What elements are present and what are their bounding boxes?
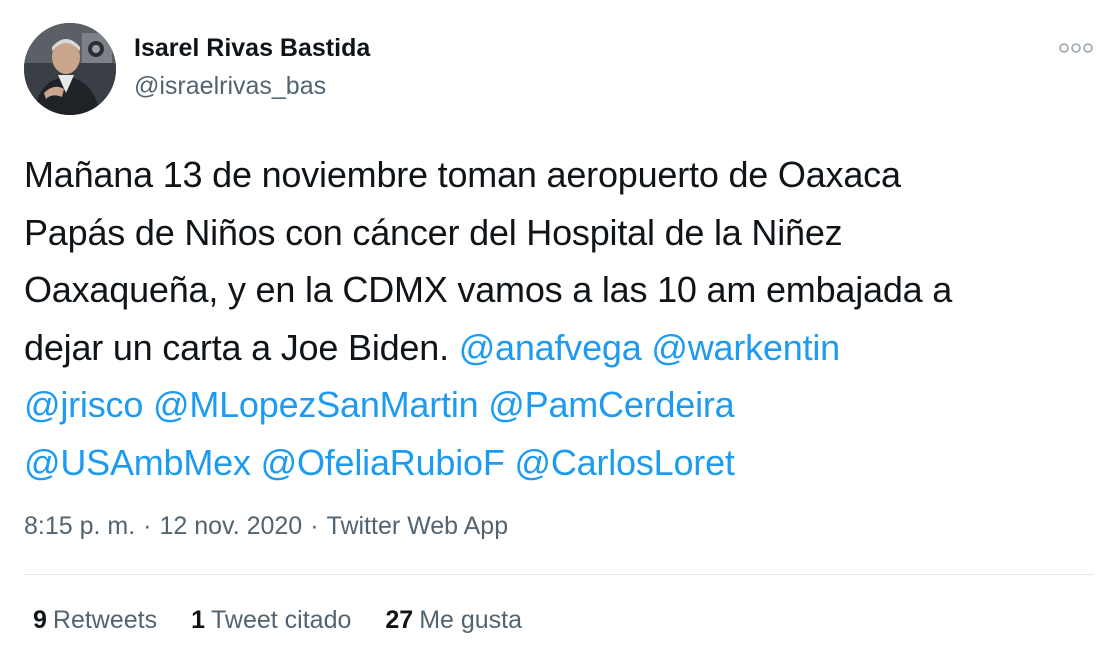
tweet-line: @jrisco @MLopezSanMartin @PamCerdeira — [24, 376, 1104, 434]
mention-link[interactable]: @USAmbMex — [24, 442, 251, 483]
tweet-source[interactable]: Twitter Web App — [327, 512, 509, 540]
tweet-line: @USAmbMex @OfeliaRubioF @CarlosLoret — [24, 434, 1104, 492]
tweet-stats: 9 Retweets 1 Tweet citado 27 Me gusta — [33, 606, 556, 635]
tweet-line-text: dejar un carta a Joe Biden. — [24, 326, 459, 368]
mention-link[interactable]: @CarlosLoret — [514, 442, 734, 483]
retweets-label: Retweets — [52, 606, 158, 634]
mention-link[interactable]: @MLopezSanMartin — [153, 384, 479, 425]
tweet-line: Papás de Niños con cáncer del Hospital d… — [24, 211, 843, 253]
mention-link[interactable]: @OfeliaRubioF — [261, 442, 505, 483]
display-name[interactable]: Isarel Rivas Bastida — [134, 34, 370, 63]
likes-count: 27 — [385, 606, 414, 634]
tweet-date[interactable]: 12 nov. 2020 — [160, 512, 303, 540]
tweet-line: dejar un carta a Joe Biden. @anafvega @w… — [24, 319, 1104, 377]
retweets-count: 9 — [33, 606, 47, 634]
likes-stat[interactable]: 27 Me gusta — [385, 606, 522, 634]
avatar[interactable] — [24, 23, 116, 115]
more-options-icon — [1059, 43, 1093, 53]
profile-photo-icon — [24, 23, 116, 115]
likes-label: Me gusta — [419, 606, 523, 634]
tweet-time[interactable]: 8:15 p. m. — [24, 512, 135, 540]
more-options-button[interactable] — [1058, 36, 1094, 60]
mention-link[interactable]: @PamCerdeira — [488, 384, 734, 425]
tweet-meta: 8:15 p. m. · 12 nov. 2020 · Twitter Web App — [24, 512, 508, 541]
quotes-count: 1 — [191, 606, 206, 634]
mention-link[interactable]: @jrisco — [24, 384, 143, 425]
tweet-line: Oaxaqueña, y en la CDMX vamos a las 10 a… — [24, 269, 953, 310]
divider — [24, 574, 1094, 575]
tweet-card: Isarel Rivas Bastida @israelrivas_bas Ma… — [0, 0, 1120, 661]
mention-link[interactable]: @warkentin — [651, 327, 840, 368]
tweet-text: Mañana 13 de noviembre toman aeropuerto … — [24, 146, 1104, 491]
retweets-stat[interactable]: 9 Retweets — [33, 606, 157, 634]
quote-tweets-stat[interactable]: 1 Tweet citado — [191, 606, 351, 634]
meta-separator: · — [310, 512, 319, 540]
user-handle[interactable]: @israelrivas_bas — [134, 72, 326, 101]
meta-separator: · — [143, 512, 152, 540]
mention-link[interactable]: @anafvega — [459, 327, 642, 368]
tweet-line: Mañana 13 de noviembre toman aeropuerto … — [24, 154, 901, 195]
quotes-label: Tweet citado — [211, 606, 352, 634]
